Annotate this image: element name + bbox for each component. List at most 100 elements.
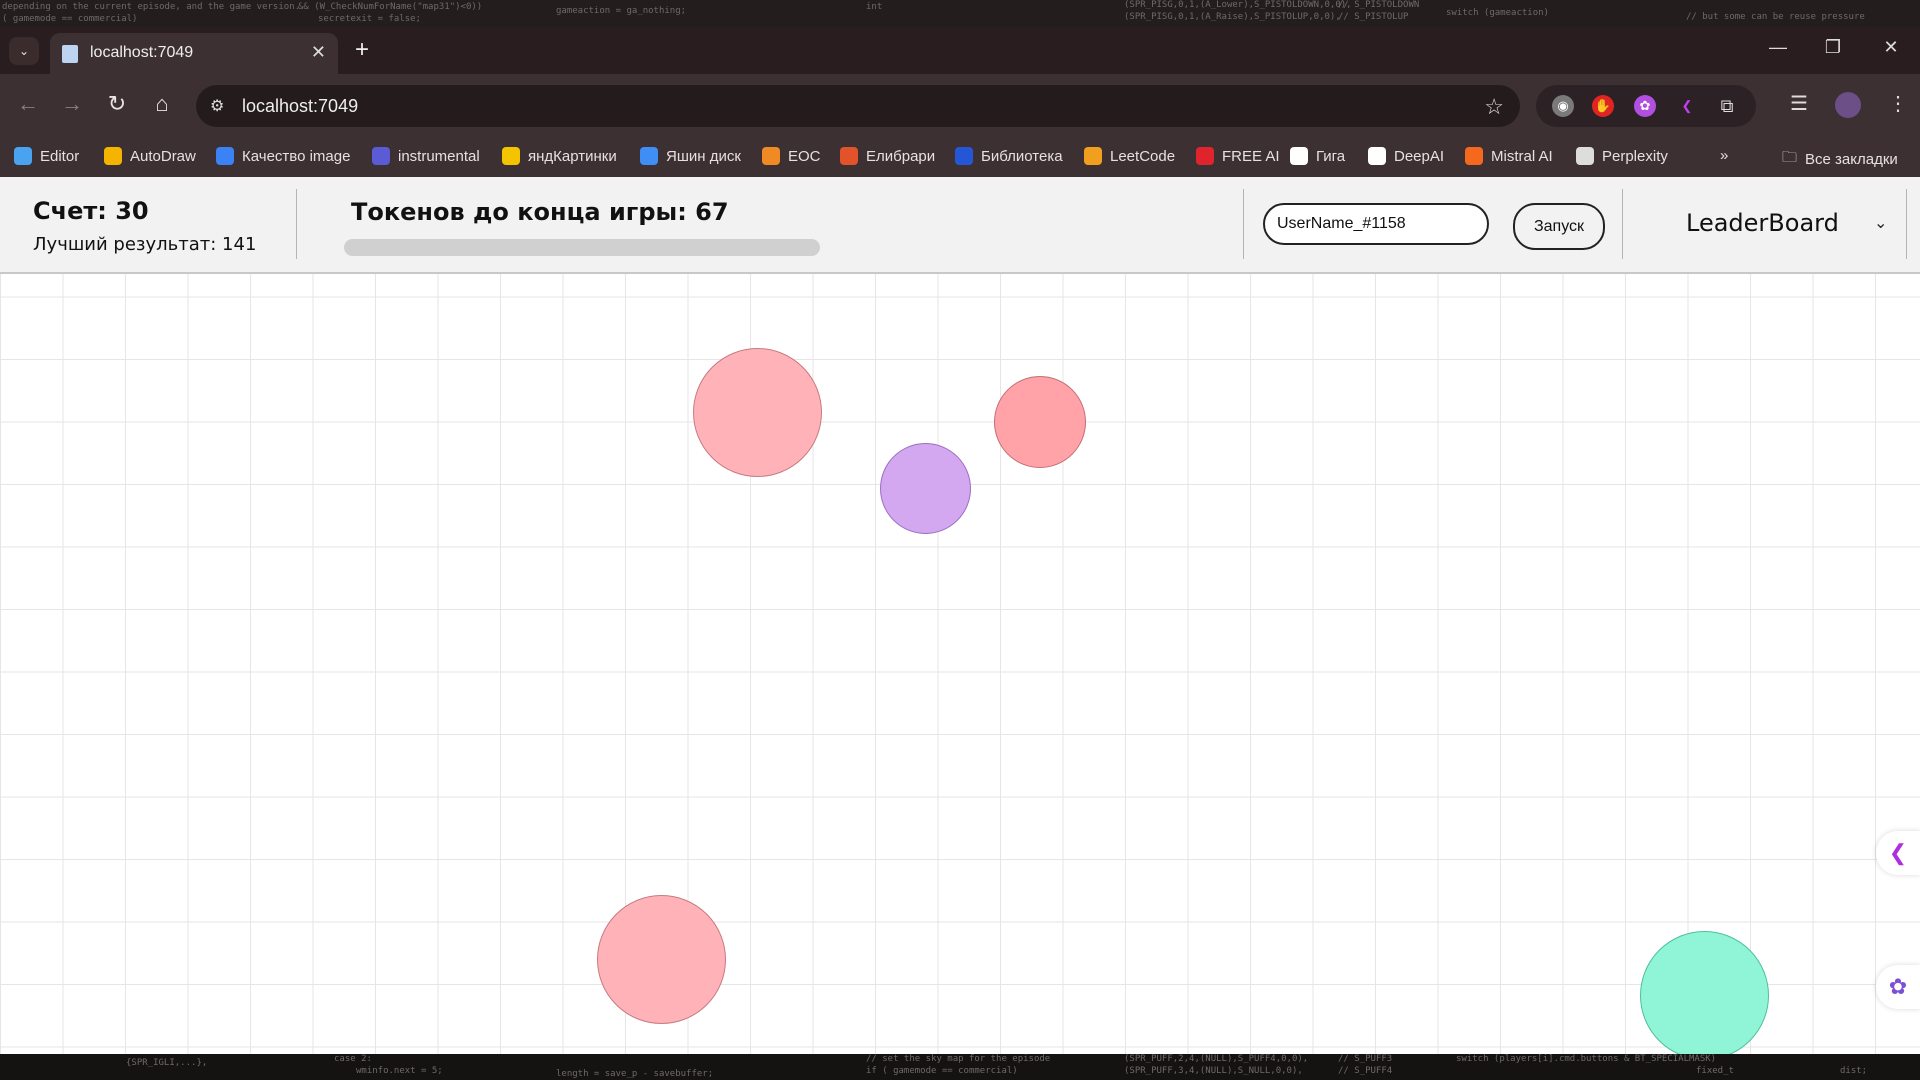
folder-icon: 🗀 xyxy=(1782,149,1798,166)
bookmark-label: яндКартинки xyxy=(528,147,617,165)
yandex-disk-icon xyxy=(640,147,658,165)
restore-icon[interactable]: ❐ xyxy=(1818,37,1848,58)
extension-icon[interactable]: ◉ xyxy=(1552,95,1574,117)
bookmarks-overflow-icon[interactable]: » xyxy=(1720,147,1728,164)
bookmark-item[interactable]: Библиотека xyxy=(955,147,1063,165)
desktop-code-line: int xyxy=(866,2,883,12)
bookmark-item[interactable]: Perplexity xyxy=(1576,147,1668,165)
bookmark-label: Mistral AI xyxy=(1491,147,1553,165)
launch-button[interactable]: Запуск xyxy=(1513,203,1605,250)
desktop-code-line: // set the sky map for the episode xyxy=(866,1054,1051,1064)
all-bookmarks-label: Все закладки xyxy=(1805,151,1898,168)
leetcode-icon xyxy=(1084,147,1102,165)
bookmark-item[interactable]: Editor xyxy=(14,147,79,165)
site-info-icon[interactable]: ⚙ xyxy=(210,96,230,116)
desktop-code-line: wminfo.next = 5; xyxy=(356,1066,443,1076)
minimize-icon[interactable]: — xyxy=(1763,37,1793,58)
bookmark-item[interactable]: Качество image xyxy=(216,147,350,165)
leaderboard-dropdown[interactable]: LeaderBoard xyxy=(1686,209,1839,237)
game-field[interactable]: ❮ ✿ xyxy=(0,274,1920,1054)
giga-icon xyxy=(1290,147,1308,165)
bookmark-item[interactable]: EOC xyxy=(762,147,821,165)
bookmark-label: FREE AI xyxy=(1222,147,1280,165)
avatar[interactable] xyxy=(1835,92,1861,118)
username-input[interactable] xyxy=(1263,203,1489,245)
desktop-code-line: && (W_CheckNumForName("map31")<0)) xyxy=(298,2,483,12)
reading-list-icon[interactable]: ☰ xyxy=(1790,91,1808,116)
bookmark-label: Perplexity xyxy=(1602,147,1668,165)
bookmark-item[interactable]: FREE AI xyxy=(1196,147,1280,165)
desktop-code-line: case 2: xyxy=(334,1054,372,1064)
bookmark-label: instrumental xyxy=(398,147,480,165)
bookmark-item[interactable]: Елибрари xyxy=(840,147,935,165)
desktop-code-line: // S_PISTOLDOWN xyxy=(1338,0,1420,10)
game-ball-pink-bottom[interactable] xyxy=(597,895,726,1024)
bookmark-item[interactable]: Гига xyxy=(1290,147,1345,165)
bookmark-item[interactable]: AutoDraw xyxy=(104,147,196,165)
all-bookmarks-button[interactable]: 🗀 Все закладки xyxy=(1782,147,1898,172)
bookmark-label: Editor xyxy=(40,147,80,165)
browser-toolbar: ← → ↻ ⌂ ⚙ localhost:7049 ☆ ◉ ✋ ✿ ❮ ⧉ ☰ ⋮ xyxy=(0,74,1920,137)
score-text: Счет: 30 xyxy=(33,197,149,225)
divider xyxy=(296,189,297,259)
game-ball-purple[interactable] xyxy=(880,443,971,534)
game-ball-pink-small[interactable] xyxy=(994,376,1086,468)
autodraw-icon xyxy=(104,147,122,165)
bookmark-star-icon[interactable]: ☆ xyxy=(1484,94,1504,120)
bookmark-item[interactable]: Яшин диск xyxy=(640,147,741,165)
desktop-code-line: (SPR_PISG,0,1,(A_Lower),S_PISTOLDOWN,0,0… xyxy=(1124,0,1352,10)
instrumental-icon xyxy=(372,147,390,165)
tab-search-button[interactable]: ⌄ xyxy=(9,37,39,65)
desktop-code-strip-top: depending on the current episode, and th… xyxy=(0,0,1920,27)
page-favicon-icon xyxy=(62,45,78,63)
desktop-code-line: depending on the current episode, and th… xyxy=(2,2,301,12)
bookmark-label: Яшин диск xyxy=(666,147,741,165)
bookmarks-bar: » 🗀 Все закладки Editor AutoDraw Качество … xyxy=(0,137,1920,177)
brain-sidebar-icon[interactable]: ✿ xyxy=(1876,965,1920,1009)
game-page: Счет: 30 Лучший результат: 141 Токенов д… xyxy=(0,177,1920,1054)
bookmark-label: EOC xyxy=(788,147,821,165)
desktop-code-line: // but some can be reuse pressure xyxy=(1686,12,1865,22)
mistral-icon xyxy=(1465,147,1483,165)
home-icon[interactable]: ⌂ xyxy=(147,91,177,117)
ai-sidebar-icon[interactable]: ❮ xyxy=(1876,831,1920,875)
new-tab-button[interactable]: + xyxy=(355,36,369,64)
tab-title: localhost:7049 xyxy=(90,44,194,61)
ai-extension-icon[interactable]: ❮ xyxy=(1676,95,1698,117)
bookmark-item[interactable]: LeetCode xyxy=(1084,147,1175,165)
game-ball-green[interactable] xyxy=(1640,931,1769,1054)
bookmark-item[interactable]: яндКартинки xyxy=(502,147,617,165)
game-header: Счет: 30 Лучший результат: 141 Токенов д… xyxy=(0,177,1920,274)
brain-extension-icon[interactable]: ✿ xyxy=(1634,95,1656,117)
desktop-code-line: gameaction = ga_nothing; xyxy=(556,6,687,16)
browser-tab-strip: ⌄ localhost:7049 ✕ + — ❐ ✕ xyxy=(0,27,1920,74)
desktop-code-line: if ( gamemode == commercial) xyxy=(866,1066,1018,1076)
desktop-code-line: ( gamemode == commercial) xyxy=(2,14,138,24)
forward-icon[interactable]: → xyxy=(57,91,87,117)
bookmark-item[interactable]: DeepAI xyxy=(1368,147,1444,165)
bookmark-item[interactable]: instrumental xyxy=(372,147,480,165)
reload-icon[interactable]: ↻ xyxy=(102,91,132,117)
address-url[interactable]: localhost:7049 xyxy=(242,96,358,117)
game-ball-pink[interactable] xyxy=(693,348,822,477)
back-icon[interactable]: ← xyxy=(13,91,43,117)
close-window-icon[interactable]: ✕ xyxy=(1876,37,1906,58)
deepai-icon xyxy=(1368,147,1386,165)
quality-image-icon xyxy=(216,147,234,165)
close-tab-icon[interactable]: ✕ xyxy=(311,42,326,63)
tab-localhost[interactable]: localhost:7049 ✕ xyxy=(50,33,338,74)
desktop-code-line: dist; xyxy=(1840,1066,1868,1076)
menu-kebab-icon[interactable]: ⋮ xyxy=(1888,91,1908,116)
bookmark-item[interactable]: Mistral AI xyxy=(1465,147,1553,165)
divider xyxy=(1906,189,1907,259)
bookmark-label: DeepAI xyxy=(1394,147,1445,165)
tokens-progress-bar xyxy=(344,239,820,256)
chevron-down-icon[interactable]: ⌄ xyxy=(1874,213,1887,233)
extensions-puzzle-icon[interactable]: ⧉ xyxy=(1716,95,1738,117)
desktop-code-strip-bottom: {SPR_IGLI,...}, case 2: wminfo.next = 5;… xyxy=(0,1054,1920,1080)
adblock-icon[interactable]: ✋ xyxy=(1592,95,1614,117)
bookmark-label: AutoDraw xyxy=(130,147,196,165)
desktop-code-line: switch (players[i].cmd.buttons & BT_SPEC… xyxy=(1456,1054,1717,1064)
free-ai-icon xyxy=(1196,147,1214,165)
address-bar[interactable]: ⚙ localhost:7049 ☆ xyxy=(196,85,1520,127)
